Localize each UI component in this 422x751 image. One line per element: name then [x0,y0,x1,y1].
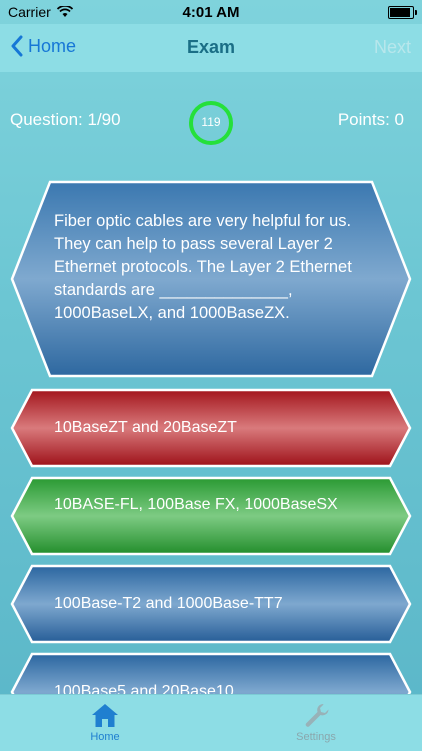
next-button[interactable]: Next [374,37,411,58]
back-button[interactable]: Home [10,35,76,57]
question-card: Fiber optic cables are very helpful for … [10,180,412,378]
answer-3-label: 100Base-T2 and 1000Base-TT7 [54,595,283,612]
status-time: 4:01 AM [182,4,240,21]
tab-bar: Home Settings [0,694,422,751]
answer-2-shape [10,476,412,556]
exam-info-row: Question: 1/90 119 Points: 0 [0,98,422,146]
points-counter: Points: 0 [337,110,404,129]
wrench-icon [305,704,329,727]
timer-value: 119 [201,115,221,129]
answer-1-label: 10BaseZT and 20BaseZT [54,419,237,436]
answer-2-label: 10BASE-FL, 100Base FX, 1000BaseSX [54,496,338,513]
back-label: Home [28,35,77,56]
answer-option-1[interactable]: 10BaseZT and 20BaseZT [10,388,412,468]
timer: 119 [188,100,234,146]
chevron-left-icon [11,35,23,57]
nav-bar: Home Exam Next [0,24,422,72]
tab-home-label: Home [90,731,120,743]
home-icon [92,704,118,727]
tab-home[interactable]: Home [55,701,155,743]
tab-settings-label: Settings [296,731,336,743]
battery-icon [388,6,417,19]
tab-settings[interactable]: Settings [266,701,366,743]
question-counter: Question: 1/90 [10,110,121,129]
answer-option-3[interactable]: 100Base-T2 and 1000Base-TT7 [10,564,412,644]
question-text: Fiber optic cables are very helpful for … [54,212,352,322]
answer-option-2[interactable]: 10BASE-FL, 100Base FX, 1000BaseSX [10,476,412,556]
status-bar: Carrier 4:01 AM [0,0,422,24]
